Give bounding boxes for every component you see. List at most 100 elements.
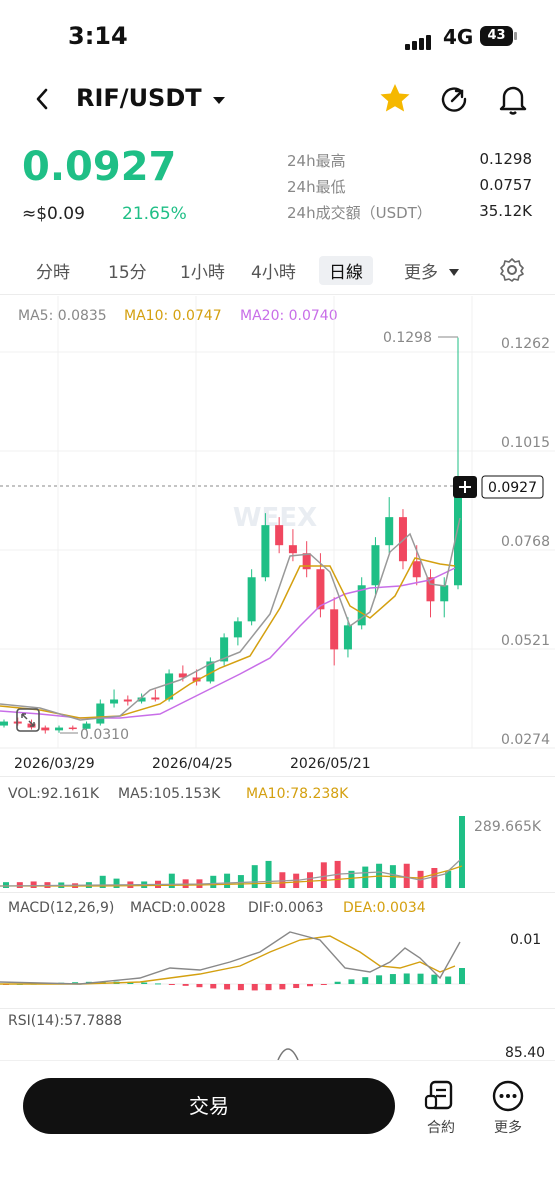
tf-tab-more[interactable]: 更多 [404, 258, 438, 283]
macd-bar [348, 979, 355, 984]
candle-body [55, 727, 64, 731]
tf-tab-time[interactable]: 分時 [36, 258, 70, 283]
candle-body [302, 553, 311, 570]
svg-text:0.0310: 0.0310 [80, 727, 129, 743]
high-marker: 0.1298 [383, 330, 458, 346]
macd-bar [224, 984, 231, 990]
macd-bar [279, 984, 286, 990]
volume-bar [224, 873, 231, 888]
more-label[interactable]: 更多 [483, 1117, 533, 1137]
y-tick: 0.0274 [501, 732, 550, 748]
dif-value: DIF:0.0063 [248, 900, 324, 916]
macd-title: MACD(12,26,9) [8, 900, 115, 916]
macd-bar [155, 983, 161, 985]
network-label: 4G [443, 25, 474, 49]
status-time: 3:14 [68, 22, 128, 50]
macd-bar [210, 984, 217, 989]
svg-text:0.0927: 0.0927 [488, 480, 537, 496]
divider [0, 1008, 555, 1009]
candle-body [343, 625, 352, 650]
x-axis-ticks: 2026/03/29 2026/04/25 2026/05/21 [14, 756, 371, 772]
volume-chart [0, 816, 465, 888]
high-label: 24h最高 [287, 152, 346, 170]
share-icon[interactable] [438, 83, 470, 119]
candle-body [41, 727, 50, 731]
tf-tab-15m[interactable]: 15分 [108, 258, 147, 283]
volume-bar [431, 867, 438, 888]
vol-y-tick: 289.665K [474, 819, 542, 835]
divider [0, 294, 555, 295]
macd-bar [168, 984, 175, 985]
vol-legend: VOL:92.161K [8, 786, 100, 802]
candle-body [440, 585, 449, 602]
candle-body [330, 609, 339, 650]
volume-bar [320, 862, 327, 888]
macd-bar [251, 984, 258, 991]
macd-bar [389, 974, 396, 984]
candle-body [398, 517, 407, 562]
x-tick: 2026/03/29 [14, 756, 95, 772]
macd-bar [141, 982, 148, 984]
dea-line [0, 935, 456, 985]
candle-body [233, 621, 242, 638]
current-price-crosshair[interactable] [453, 476, 477, 498]
tf-tab-4h[interactable]: 4小時 [251, 258, 296, 283]
candlestick-chart[interactable]: WEEX 0.1298 0.0310 0.1262 0.1015 0.0768 … [0, 296, 555, 776]
price-change: 21.65% [122, 204, 187, 224]
tf-tab-1d[interactable]: 日線 [319, 256, 373, 285]
volume-bar [16, 882, 23, 888]
macd-bar [265, 984, 272, 991]
status-bar: 3:14 4G 43 [0, 0, 555, 70]
volume-bar [403, 863, 410, 888]
last-price: 0.0927 [22, 144, 177, 190]
chart-settings-icon[interactable] [499, 257, 525, 287]
low-value: 0.0757 [479, 176, 533, 194]
back-button[interactable] [28, 84, 58, 114]
contract-icon[interactable] [423, 1078, 459, 1118]
pair-title[interactable]: RIF/USDT [76, 84, 202, 112]
dea-value: DEA:0.0034 [343, 900, 426, 916]
macd-bar [307, 984, 313, 987]
macd-bar [320, 984, 327, 985]
favorite-star-icon[interactable] [378, 82, 412, 118]
macd-bar [293, 984, 300, 989]
divider [0, 892, 555, 893]
volume-bar [237, 875, 244, 888]
candle-body [371, 545, 380, 586]
more-icon[interactable] [490, 1078, 526, 1118]
candle-body [261, 525, 270, 578]
macd-bar [403, 973, 410, 984]
x-tick: 2026/04/25 [152, 756, 233, 772]
candles [0, 337, 462, 734]
trade-button[interactable]: 交易 [23, 1078, 395, 1134]
macd-bar [417, 973, 424, 984]
candle-body [68, 727, 77, 730]
bell-icon[interactable] [497, 82, 529, 120]
chevron-left-icon [36, 88, 48, 110]
battery-icon: 43 [480, 26, 517, 46]
candle-body [151, 697, 160, 700]
tf-tab-1h[interactable]: 1小時 [180, 258, 225, 283]
volume-bar [210, 875, 217, 888]
volume-bar [251, 865, 258, 888]
volume-bar [279, 872, 286, 888]
pair-dropdown-icon[interactable] [212, 92, 226, 111]
macd-value: MACD:0.0028 [130, 900, 226, 916]
vol-ma5-legend: MA5:105.153K [118, 786, 221, 802]
low-label: 24h最低 [287, 178, 346, 196]
volume-bar [459, 816, 465, 888]
fiat-price: ≈$0.09 [22, 204, 85, 224]
volume-bar [113, 878, 120, 888]
signal-icon [405, 31, 433, 50]
low-marker: 0.0310 [60, 727, 129, 743]
svg-text:0.1298: 0.1298 [383, 330, 432, 346]
x-tick: 2026/05/21 [290, 756, 371, 772]
macd-bar [334, 981, 341, 984]
tf-more-caret-icon[interactable] [448, 263, 460, 282]
candle-body [385, 517, 394, 546]
y-tick: 0.0521 [501, 633, 550, 649]
candle-body [288, 545, 297, 554]
volume-label: 24h成交額（USDT） [287, 204, 432, 222]
contract-label[interactable]: 合約 [416, 1117, 466, 1137]
volume-value: 35.12K [479, 202, 532, 220]
